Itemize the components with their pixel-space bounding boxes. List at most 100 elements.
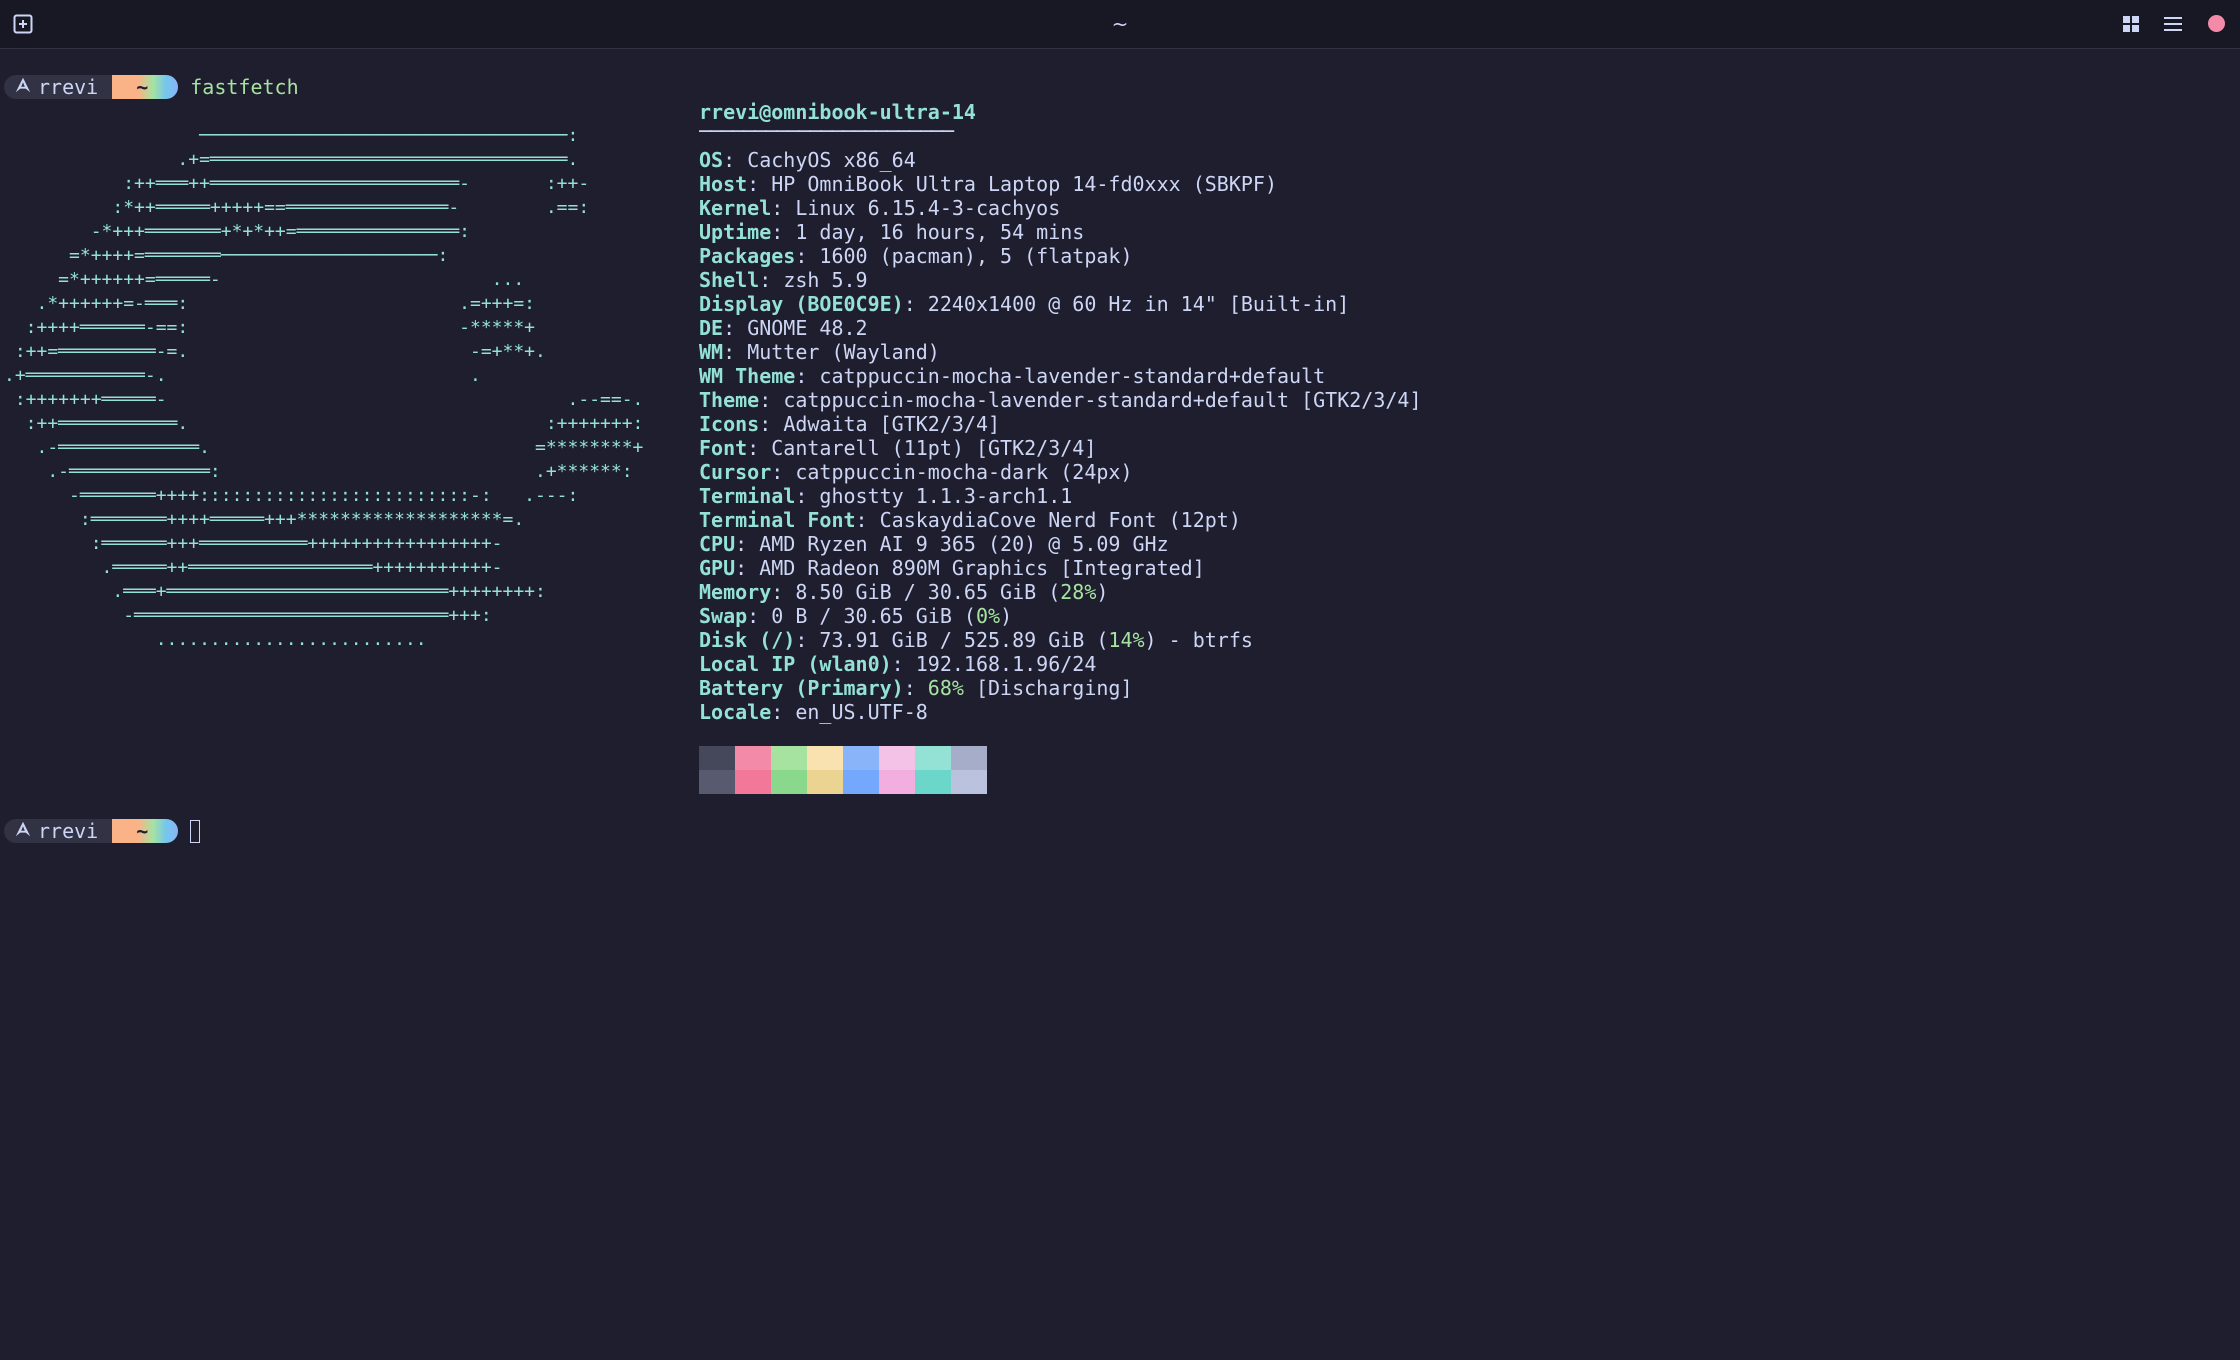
info-key: GPU <box>699 556 736 580</box>
system-info: rrevi@omnibook-ultra-14 ────────────────… <box>699 100 1422 724</box>
info-value: 2240x1400 @ 60 Hz in 14" [Built-in] <box>927 292 1350 316</box>
terminal-area[interactable]: rrevi ~ fastfetch ──────────────────────… <box>0 48 2240 1360</box>
info-row: Display (BOE0C9E): 2240x1400 @ 60 Hz in … <box>699 292 1350 316</box>
color-swatch <box>699 770 735 794</box>
info-key: WM <box>699 340 724 364</box>
grid-icon[interactable] <box>2119 12 2143 36</box>
color-swatch <box>771 746 807 770</box>
palette-row-bright <box>699 770 987 794</box>
info-key: Battery (Primary) <box>699 676 904 700</box>
close-dot-icon[interactable] <box>2208 15 2225 32</box>
info-row: Cursor: catppuccin-mocha-dark (24px) <box>699 460 1133 484</box>
hamburger-menu-icon[interactable] <box>2161 12 2185 36</box>
info-row: Disk (/): 73.91 GiB / 525.89 GiB (14%) -… <box>699 628 1253 652</box>
color-swatch <box>915 746 951 770</box>
info-key: Terminal <box>699 484 796 508</box>
info-row: DE: GNOME 48.2 <box>699 316 868 340</box>
prompt-username: rrevi <box>38 75 99 99</box>
info-row: Locale: en_US.UTF-8 <box>699 700 928 724</box>
info-value: zsh 5.9 <box>783 268 868 292</box>
info-value: 192.168.1.96/24 <box>915 652 1097 676</box>
info-value: CachyOS x86_64 <box>747 148 916 172</box>
color-swatch <box>699 746 735 770</box>
info-value: ) - btrfs <box>1144 628 1253 652</box>
info-key: Swap <box>699 604 748 628</box>
color-swatch <box>735 770 771 794</box>
info-percent: 28% <box>1060 580 1097 604</box>
info-value: AMD Ryzen AI 9 365 (20) @ 5.09 GHz <box>759 532 1169 556</box>
info-key: Packages <box>699 244 796 268</box>
info-value: 73.91 GiB / 525.89 GiB ( <box>819 628 1109 652</box>
info-row: OS: CachyOS x86_64 <box>699 148 916 172</box>
info-value: 0 B / 30.65 GiB ( <box>771 604 976 628</box>
info-row: Battery (Primary): 68% [Discharging] <box>699 676 1133 700</box>
info-percent: 0% <box>975 604 1001 628</box>
info-key: Host <box>699 172 748 196</box>
prompt-user-segment: rrevi <box>4 819 113 843</box>
info-row: Uptime: 1 day, 16 hours, 54 mins <box>699 220 1085 244</box>
info-key: OS <box>699 148 724 172</box>
info-row: Terminal: ghostty 1.1.3-arch1.1 <box>699 484 1073 508</box>
prompt-directory: ~ <box>112 819 179 843</box>
info-row: Swap: 0 B / 30.65 GiB (0%) <box>699 604 1013 628</box>
color-swatch <box>951 746 987 770</box>
info-value: Adwaita [GTK2/3/4] <box>783 412 1001 436</box>
info-key: Display (BOE0C9E) <box>699 292 904 316</box>
info-row: Terminal Font: CaskaydiaCove Nerd Font (… <box>699 508 1241 532</box>
info-value: 1 day, 16 hours, 54 mins <box>795 220 1085 244</box>
info-key: Locale <box>699 700 772 724</box>
title-bar: ~ <box>0 0 2240 49</box>
info-value: Linux 6.15.4-3-cachyos <box>795 196 1061 220</box>
info-value: catppuccin-mocha-lavender-standard+defau… <box>819 364 1326 388</box>
info-value: ) <box>1000 604 1013 628</box>
arch-logo-icon <box>14 75 32 99</box>
info-key: Kernel <box>699 196 772 220</box>
color-swatch <box>843 746 879 770</box>
prompt-username: rrevi <box>38 819 99 843</box>
text-cursor[interactable] <box>190 819 201 843</box>
info-value: 1600 (pacman), 5 (flatpak) <box>819 244 1133 268</box>
info-key: CPU <box>699 532 736 556</box>
color-swatch <box>771 770 807 794</box>
info-key: WM Theme <box>699 364 796 388</box>
color-palette <box>699 746 987 794</box>
info-key: DE <box>699 316 724 340</box>
info-key: Icons <box>699 412 760 436</box>
info-value: 8.50 GiB / 30.65 GiB ( <box>795 580 1061 604</box>
color-swatch <box>807 746 843 770</box>
info-value: [Discharging] <box>963 676 1133 700</box>
info-value: AMD Radeon 890M Graphics [Integrated] <box>759 556 1205 580</box>
info-key: Theme <box>699 388 760 412</box>
color-swatch <box>735 746 771 770</box>
color-swatch <box>879 770 915 794</box>
info-value: ghostty 1.1.3-arch1.1 <box>819 484 1073 508</box>
info-row: Font: Cantarell (11pt) [GTK2/3/4] <box>699 436 1097 460</box>
info-value: catppuccin-mocha-dark (24px) <box>795 460 1133 484</box>
color-swatch <box>951 770 987 794</box>
info-row: Memory: 8.50 GiB / 30.65 GiB (28%) <box>699 580 1109 604</box>
shell-prompt-active: rrevi ~ <box>4 818 201 844</box>
color-swatch <box>915 770 951 794</box>
info-key: Disk (/) <box>699 628 796 652</box>
info-row: Icons: Adwaita [GTK2/3/4] <box>699 412 1001 436</box>
info-value: HP OmniBook Ultra Laptop 14-fd0xxx (SBKP… <box>771 172 1277 196</box>
info-value: en_US.UTF-8 <box>795 700 928 724</box>
info-value: Cantarell (11pt) [GTK2/3/4] <box>771 436 1097 460</box>
color-swatch <box>879 746 915 770</box>
info-value: catppuccin-mocha-lavender-standard+defau… <box>783 388 1422 412</box>
info-percent: 14% <box>1108 628 1145 652</box>
info-row: GPU: AMD Radeon 890M Graphics [Integrate… <box>699 556 1205 580</box>
arch-logo-icon <box>14 819 32 843</box>
info-key: Font <box>699 436 748 460</box>
palette-row-normal <box>699 746 987 770</box>
info-row: Host: HP OmniBook Ultra Laptop 14-fd0xxx… <box>699 172 1277 196</box>
info-key: Terminal Font <box>699 508 856 532</box>
info-key: Uptime <box>699 220 772 244</box>
command-text: fastfetch <box>190 75 299 99</box>
info-row: CPU: AMD Ryzen AI 9 365 (20) @ 5.09 GHz <box>699 532 1169 556</box>
info-row: WM Theme: catppuccin-mocha-lavender-stan… <box>699 364 1326 388</box>
info-percent: 68% <box>927 676 964 700</box>
info-value: Mutter (Wayland) <box>747 340 940 364</box>
info-row: Theme: catppuccin-mocha-lavender-standar… <box>699 388 1422 412</box>
info-key: Local IP (wlan0) <box>699 652 892 676</box>
